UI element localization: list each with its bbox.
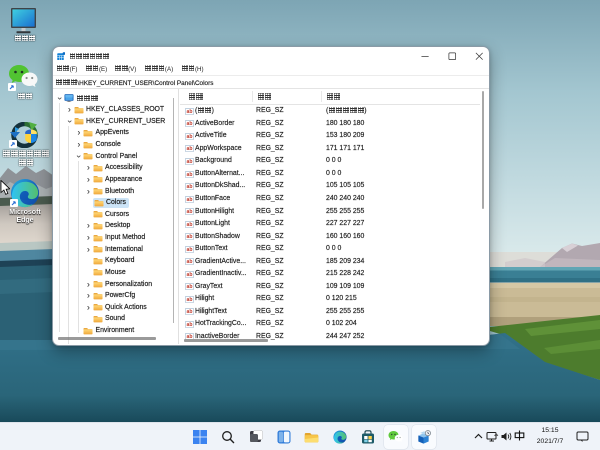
svg-text:ab: ab (187, 222, 193, 228)
svg-text:ab: ab (187, 134, 193, 140)
svg-text:ab: ab (187, 247, 193, 253)
svg-text:ab: ab (187, 297, 193, 303)
svg-text:ab: ab (187, 209, 193, 215)
svg-text:ab: ab (187, 234, 193, 240)
svg-text:ab: ab (187, 259, 193, 265)
svg-text:ab: ab (187, 122, 193, 128)
svg-text:ab: ab (187, 285, 193, 291)
svg-text:ab: ab (187, 197, 193, 203)
svg-text:ab: ab (187, 147, 193, 153)
svg-text:ab: ab (187, 159, 193, 165)
svg-text:ab: ab (187, 310, 193, 316)
svg-text:ab: ab (187, 184, 193, 190)
svg-text:ab: ab (187, 322, 193, 328)
svg-text:ab: ab (187, 109, 193, 115)
svg-text:ab: ab (187, 172, 193, 178)
svg-text:ab: ab (187, 272, 193, 278)
